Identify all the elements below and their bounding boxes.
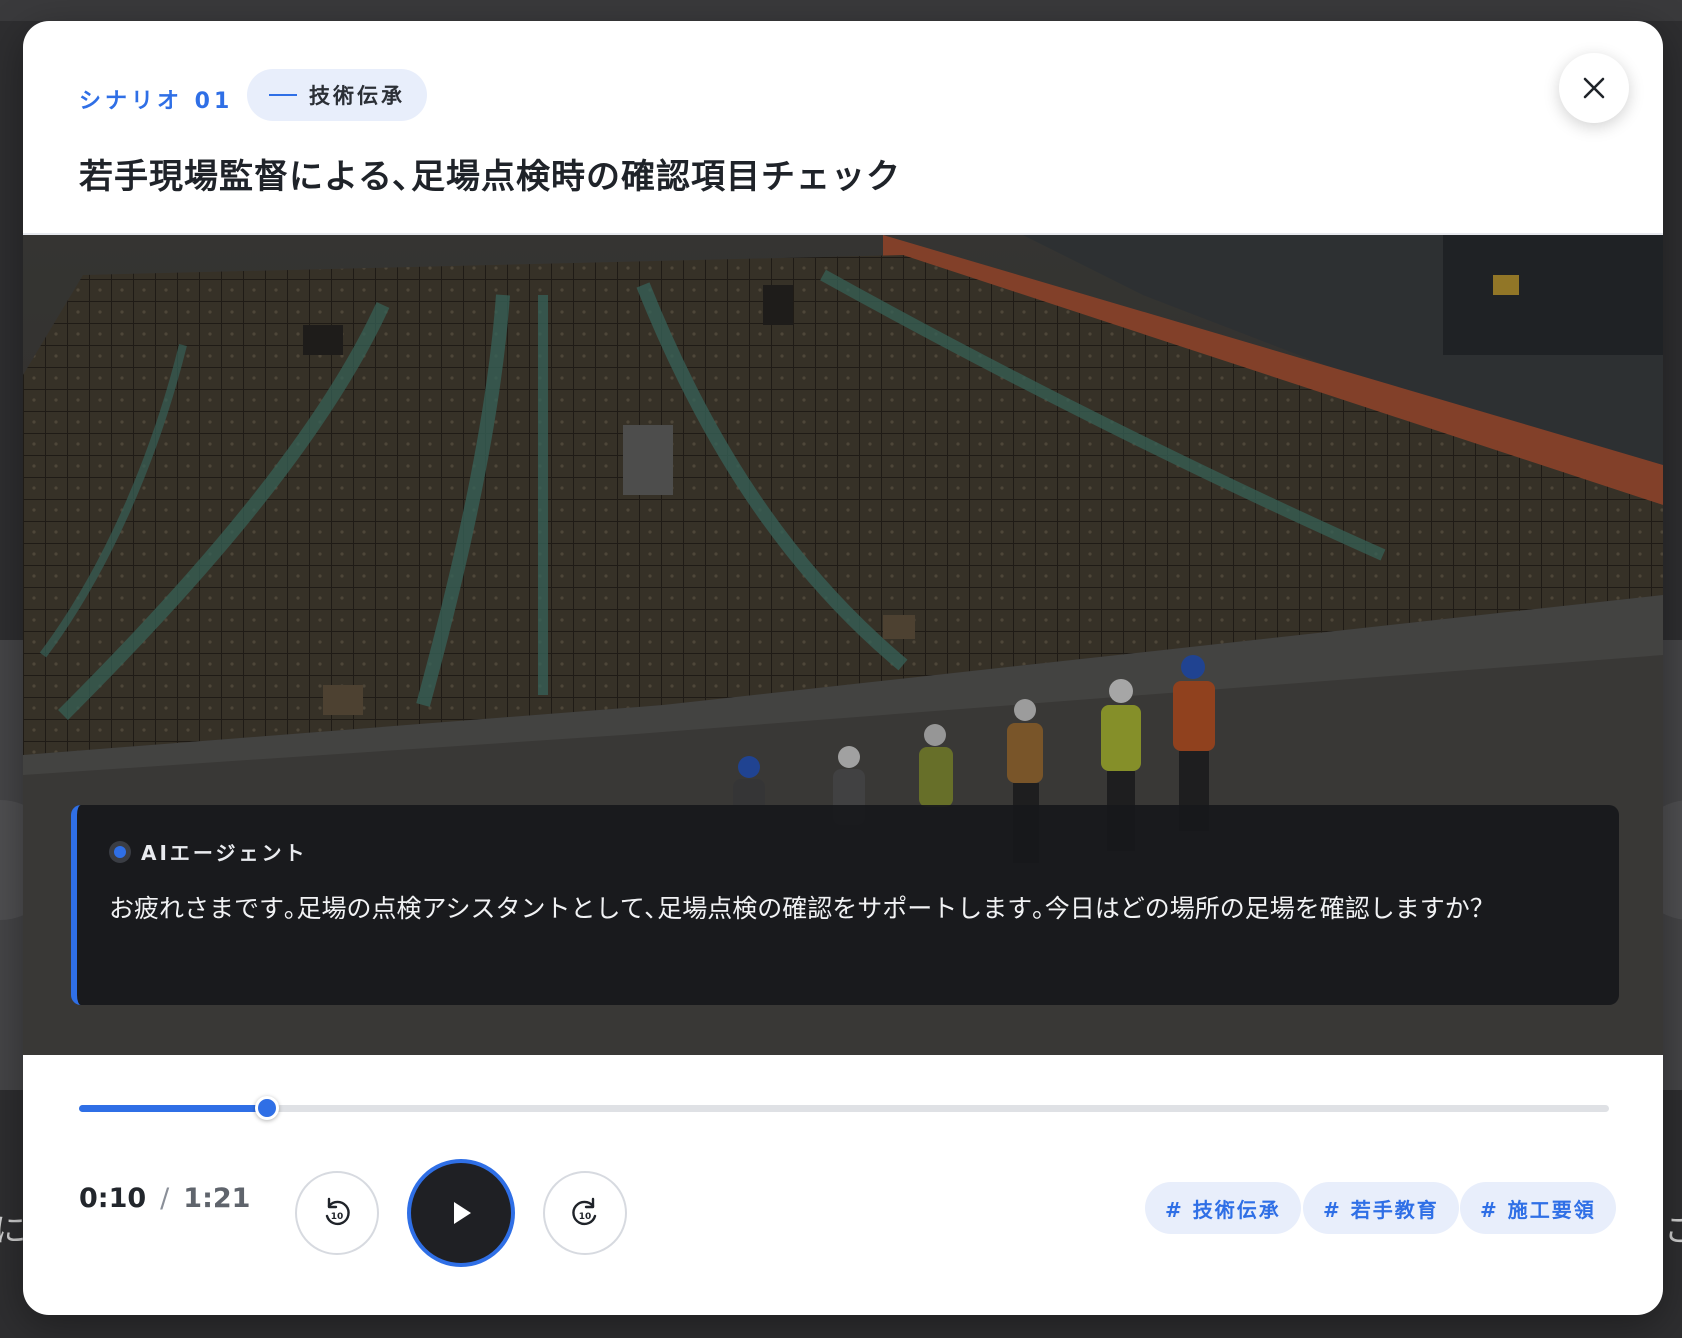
time-separator: /	[160, 1183, 170, 1214]
speaker-status-icon	[109, 840, 131, 863]
tag-chip[interactable]: # 技術伝承	[1145, 1182, 1301, 1234]
skip-back-seconds: 10	[331, 1212, 344, 1222]
dash-icon	[269, 94, 297, 96]
skip-forward-button[interactable]: 10	[543, 1171, 627, 1255]
speaker-label: AIエージェント	[109, 837, 308, 866]
backdrop-header-band	[0, 0, 1682, 21]
total-time: 1:21	[183, 1183, 251, 1214]
forward-10-icon: 10	[572, 1197, 597, 1226]
close-icon	[1583, 77, 1605, 99]
tag-chip[interactable]: # 若手教育	[1303, 1182, 1459, 1234]
category-pill: 技術伝承	[247, 69, 427, 121]
time-display: 0:10 / 1:21	[79, 1183, 250, 1214]
play-icon	[454, 1202, 471, 1224]
current-time: 0:10	[79, 1183, 147, 1214]
play-button[interactable]	[407, 1159, 515, 1267]
progress-handle[interactable]	[255, 1096, 279, 1120]
speaker-name: AIエージェント	[141, 841, 308, 865]
progress-bar[interactable]	[79, 1096, 1609, 1120]
video-modal: シナリオ 01 技術伝承 若手現場監督による､足場点検時の確認項目チェック AI…	[23, 21, 1663, 1315]
progress-fill	[79, 1105, 267, 1112]
backdrop-right-text: こ	[1664, 1211, 1682, 1249]
skip-back-button[interactable]: 10	[295, 1171, 379, 1255]
page-title: 若手現場監督による､足場点検時の確認項目チェック	[79, 157, 901, 197]
skip-forward-seconds: 10	[579, 1212, 592, 1222]
category-label: 技術伝承	[309, 84, 405, 108]
video-frame[interactable]: AIエージェント お疲れさまです｡足場の点検アシスタントとして､足場点検の確認を…	[23, 235, 1663, 1055]
tag-chip[interactable]: # 施工要領	[1460, 1182, 1616, 1234]
subtitle-text: お疲れさまです｡足場の点検アシスタントとして､足場点検の確認をサポートします｡今…	[109, 894, 1495, 923]
player-controls: 0:10 / 1:21 10 10 # 技術伝承 # 若手教育 # 施工要領	[23, 1055, 1663, 1315]
close-button[interactable]	[1559, 53, 1629, 123]
subtitle-box: AIエージェント お疲れさまです｡足場の点検アシスタントとして､足場点検の確認を…	[71, 805, 1619, 1005]
scenario-label: シナリオ 01	[79, 89, 234, 114]
modal-header: シナリオ 01 技術伝承 若手現場監督による､足場点検時の確認項目チェック	[23, 21, 1663, 235]
rewind-10-icon: 10	[325, 1197, 350, 1226]
